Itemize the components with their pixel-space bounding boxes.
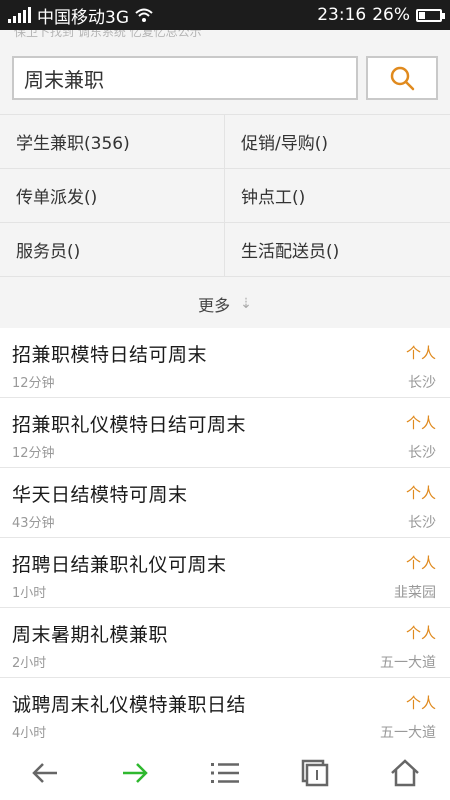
job-time: 12分钟 (12, 376, 55, 391)
arrow-down-icon: ⇣ (240, 295, 252, 312)
status-right: 23:16 26% (317, 5, 445, 25)
job-title: 华天日结模特可周末 (12, 484, 188, 506)
more-label: 更多 (198, 295, 231, 315)
category-flyer[interactable]: 传单派发() (0, 169, 225, 222)
category-grid: 学生兼职(356) 促销/导购() 传单派发() 钟点工() 服务员() 生活配… (0, 114, 450, 331)
list-item[interactable]: 华天日结模特可周末 43分钟 个人 长沙 (0, 468, 450, 538)
job-location: 长沙 (408, 515, 436, 531)
job-title: 诚聘周末礼仪模特兼职日结 (12, 694, 247, 716)
list-item[interactable]: 诚聘周末礼仪模特兼职日结 4小时 个人 五一大道 (0, 678, 450, 747)
job-location: 长沙 (408, 375, 436, 391)
list-item[interactable]: 周末暑期礼模兼职 2小时 个人 五一大道 (0, 608, 450, 678)
forward-button[interactable] (105, 748, 165, 798)
battery-icon (416, 8, 445, 22)
back-arrow-icon (32, 762, 57, 783)
list-item[interactable]: 招兼职模特日结可周末 12分钟 个人 长沙 (0, 328, 450, 398)
job-title: 招兼职礼仪模特日结可周末 (12, 414, 247, 436)
job-location: 长沙 (408, 445, 436, 461)
notice-strip: 保卫卜找到 调东系统 忆复忆总公示 (0, 30, 450, 42)
clock: 23:16 (317, 5, 367, 25)
category-row: 服务员() 生活配送员() (0, 223, 450, 277)
menu-icon (211, 762, 239, 783)
status-bar: 中国移动3G 23:16 26% (0, 0, 450, 30)
tabs-icon (301, 759, 329, 786)
tabs-button[interactable] (285, 748, 345, 798)
search-input[interactable] (12, 56, 358, 100)
back-button[interactable] (15, 748, 75, 798)
category-row: 传单派发() 钟点工() (0, 169, 450, 223)
job-type: 个人 (405, 414, 436, 432)
job-time: 43分钟 (12, 516, 55, 531)
list-item[interactable]: 招聘日结兼职礼仪可周末 1小时 个人 韭菜园 (0, 538, 450, 608)
signal-icon (8, 7, 31, 23)
search-bar (0, 42, 450, 114)
category-waiter[interactable]: 服务员() (0, 223, 225, 276)
job-type: 个人 (405, 624, 436, 642)
category-student[interactable]: 学生兼职(356) (0, 115, 225, 168)
job-time: 4小时 (12, 726, 47, 741)
category-delivery[interactable]: 生活配送员() (225, 223, 450, 276)
job-type: 个人 (405, 554, 436, 572)
job-title: 周末暑期礼模兼职 (12, 624, 169, 646)
carrier-label: 中国移动3G (37, 7, 129, 28)
job-type: 个人 (405, 344, 436, 362)
job-list: 招兼职模特日结可周末 12分钟 个人 长沙 招兼职礼仪模特日结可周末 12分钟 … (0, 328, 450, 747)
category-row: 学生兼职(356) 促销/导购() (0, 115, 450, 169)
job-location: 五一大道 (380, 725, 436, 741)
job-time: 1小时 (12, 586, 47, 601)
home-icon (391, 758, 419, 786)
wifi-icon (135, 8, 153, 22)
bottom-nav (0, 745, 450, 800)
job-type: 个人 (405, 484, 436, 502)
search-button[interactable] (366, 56, 438, 100)
job-title: 招兼职模特日结可周末 (12, 344, 208, 366)
category-promotion[interactable]: 促销/导购() (225, 115, 450, 168)
list-item[interactable]: 招兼职礼仪模特日结可周末 12分钟 个人 长沙 (0, 398, 450, 468)
job-location: 韭菜园 (394, 585, 436, 601)
category-hourly[interactable]: 钟点工() (225, 169, 450, 222)
job-title: 招聘日结兼职礼仪可周末 (12, 554, 227, 576)
job-location: 五一大道 (380, 655, 436, 671)
battery-percent: 26% (372, 5, 410, 25)
job-time: 2小时 (12, 656, 47, 671)
job-type: 个人 (405, 694, 436, 712)
forward-arrow-icon (123, 762, 148, 783)
more-button[interactable]: 更多 ⇣ (0, 277, 450, 331)
search-icon (390, 66, 415, 91)
menu-button[interactable] (195, 748, 255, 798)
home-button[interactable] (375, 748, 435, 798)
job-time: 12分钟 (12, 446, 55, 461)
status-left: 中国移动3G (8, 3, 153, 28)
